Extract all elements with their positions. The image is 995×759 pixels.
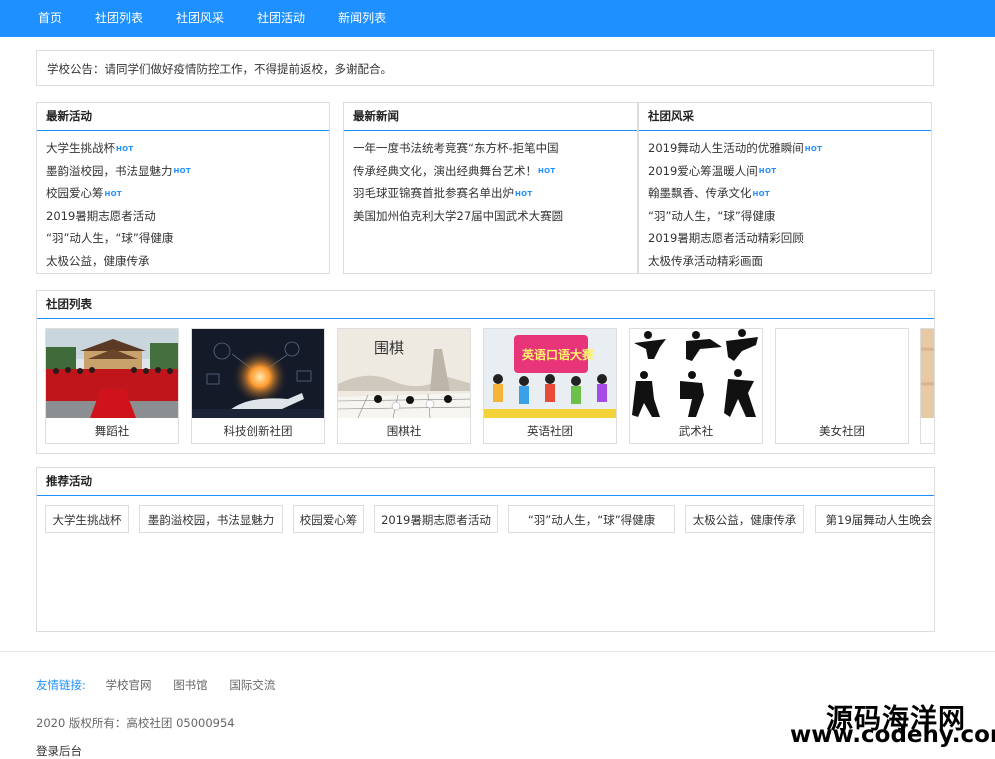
friend-links: 友情链接: 学校官网 图书馆 国际交流: [36, 677, 293, 693]
latest-activities-panel: 最新活动 大学生挑战杯HOT 墨韵溢校园，书法显魅力HOT 校园爱心筹HOT 2…: [36, 102, 330, 274]
list-item[interactable]: 翰墨飘香、传承文化HOT: [648, 182, 931, 205]
club-name: 武术社: [678, 424, 714, 438]
club-style-list: 2019舞动人生活动的优雅瞬间HOT 2019爱心筹温暖人间HOT 翰墨飘香、传…: [639, 131, 931, 272]
link-international[interactable]: 国际交流: [229, 678, 275, 692]
club-style-title: 社团风采: [639, 103, 931, 131]
hot-badge: HOT: [116, 144, 134, 153]
friend-links-label: 友情链接:: [36, 678, 86, 692]
top-nav: 首页 社团列表 社团风采 社团活动 新闻列表: [0, 0, 995, 37]
latest-news-title: 最新新闻: [344, 103, 637, 131]
hot-badge: HOT: [752, 189, 770, 198]
list-item[interactable]: 大学生挑战杯HOT: [46, 137, 329, 160]
recommended-activities-title: 推荐活动: [37, 468, 934, 496]
martial-arts-silhouettes: [630, 329, 762, 418]
club-name: 舞蹈社: [94, 424, 130, 438]
dance-group-photo: [46, 329, 178, 418]
club-card-partial[interactable]: [920, 328, 934, 444]
club-name: 美女社团: [819, 424, 865, 438]
club-style-panel: 社团风采 2019舞动人生活动的优雅瞬间HOT 2019爱心筹温暖人间HOT 翰…: [638, 102, 932, 274]
recommended-activities-list: 大学生挑战杯 墨韵溢校园，书法显魅力 校园爱心筹 2019暑期志愿者活动 “羽”…: [37, 505, 934, 541]
beauty-club-image: [776, 329, 908, 418]
club-name: 科技创新社团: [223, 424, 293, 438]
recommended-item[interactable]: 墨韵溢校园，书法显魅力: [139, 505, 283, 533]
nav-club-style[interactable]: 社团风采: [176, 0, 224, 37]
hot-badge: HOT: [758, 167, 777, 175]
list-item[interactable]: “羽”动人生，“球”得健康: [648, 205, 931, 228]
club-card-go[interactable]: 围棋 围棋社: [337, 328, 471, 444]
hot-badge: HOT: [515, 189, 533, 198]
club-carousel: 舞蹈社 科技创新社团 围棋 围棋社 英语口语大赛 英语社团 武术社 美女社团: [37, 328, 934, 453]
link-library[interactable]: 图书馆: [173, 678, 208, 692]
list-item[interactable]: 一年一度书法统考竞赛“东方杯-拒笔中国: [353, 137, 637, 160]
club-card-english[interactable]: 英语口语大赛 英语社团: [483, 328, 617, 444]
club-card-tech[interactable]: 科技创新社团: [191, 328, 325, 444]
list-item[interactable]: 2019暑期志愿者活动精彩回顾: [648, 227, 931, 250]
list-item[interactable]: “羽”动人生，“球”得健康: [46, 227, 329, 250]
club-name: [921, 418, 934, 443]
latest-activities-title: 最新活动: [37, 103, 329, 131]
english-poster-caption: 英语口语大赛: [522, 347, 595, 362]
list-item[interactable]: 校园爱心筹HOT: [46, 182, 329, 205]
club-name: 围棋社: [386, 424, 422, 438]
club-card-dance[interactable]: 舞蹈社: [45, 328, 179, 444]
list-item[interactable]: 传承经典文化，演出经典舞台艺术！HOT: [353, 160, 637, 183]
hot-badge: HOT: [804, 144, 823, 153]
recommended-item[interactable]: 太极公益，健康传承: [685, 505, 804, 533]
recommended-item[interactable]: 第19届舞动人生晚会: [815, 505, 934, 533]
watermark-url: www.codehy.com: [790, 722, 995, 748]
hot-badge: HOT: [104, 189, 122, 198]
hot-badge: HOT: [173, 167, 191, 175]
club-list-panel: 社团列表 舞蹈社 科技创新社团 围棋 围棋社 英语口语大赛 英语社团 武术社 美…: [36, 290, 935, 454]
nav-home[interactable]: 首页: [38, 0, 62, 37]
list-item[interactable]: 墨韵溢校园，书法显魅力HOT: [46, 160, 329, 183]
club-card-martial-arts[interactable]: 武术社: [629, 328, 763, 444]
english-contest-poster: 英语口语大赛: [484, 329, 616, 418]
club-card-beauty[interactable]: 美女社团: [775, 328, 909, 444]
hot-badge: HOT: [538, 167, 556, 175]
list-item[interactable]: 羽毛球亚锦赛首批参赛名单出炉HOT: [353, 182, 637, 205]
go-board-ink: 围棋: [338, 329, 470, 418]
latest-activities-list: 大学生挑战杯HOT 墨韵溢校园，书法显魅力HOT 校园爱心筹HOT 2019暑期…: [37, 131, 329, 272]
latest-news-list: 一年一度书法统考竞赛“东方杯-拒笔中国 传承经典文化，演出经典舞台艺术！HOT …: [344, 131, 637, 227]
school-notice: 学校公告：请同学们做好疫情防控工作，不得提前返校，多谢配合。: [36, 50, 934, 86]
go-calligraphy: 围棋: [374, 339, 404, 357]
recommended-activities-panel: 推荐活动 大学生挑战杯 墨韵溢校园，书法显魅力 校园爱心筹 2019暑期志愿者活…: [36, 467, 935, 632]
tech-hand-glow: [192, 329, 324, 418]
nav-club-activities[interactable]: 社团活动: [257, 0, 305, 37]
recommended-item[interactable]: 2019暑期志愿者活动: [374, 505, 498, 533]
link-school-site[interactable]: 学校官网: [106, 678, 152, 692]
list-item[interactable]: 2019爱心筹温暖人间HOT: [648, 160, 931, 183]
list-item[interactable]: 2019舞动人生活动的优雅瞬间HOT: [648, 137, 931, 160]
list-item[interactable]: 美国加州伯克利大学27届中国武术大赛圆: [353, 205, 637, 228]
wood-texture: [921, 329, 934, 418]
copyright: 2020 版权所有：高校社团 05000954: [36, 716, 235, 730]
admin-login-link[interactable]: 登录后台: [36, 743, 82, 759]
nav-club-list[interactable]: 社团列表: [95, 0, 143, 37]
nav-news-list[interactable]: 新闻列表: [338, 0, 386, 37]
club-name: 英语社团: [527, 424, 573, 438]
list-item[interactable]: 太极传承活动精彩画面: [648, 250, 931, 273]
latest-news-panel: 最新新闻 一年一度书法统考竞赛“东方杯-拒笔中国 传承经典文化，演出经典舞台艺术…: [343, 102, 638, 274]
list-item[interactable]: 太极公益，健康传承: [46, 250, 329, 273]
recommended-item[interactable]: 大学生挑战杯: [45, 505, 129, 533]
list-item[interactable]: 2019暑期志愿者活动: [46, 205, 329, 228]
recommended-item[interactable]: 校园爱心筹: [293, 505, 364, 533]
recommended-item[interactable]: “羽”动人生，“球”得健康: [508, 505, 675, 533]
club-list-title: 社团列表: [37, 291, 934, 319]
